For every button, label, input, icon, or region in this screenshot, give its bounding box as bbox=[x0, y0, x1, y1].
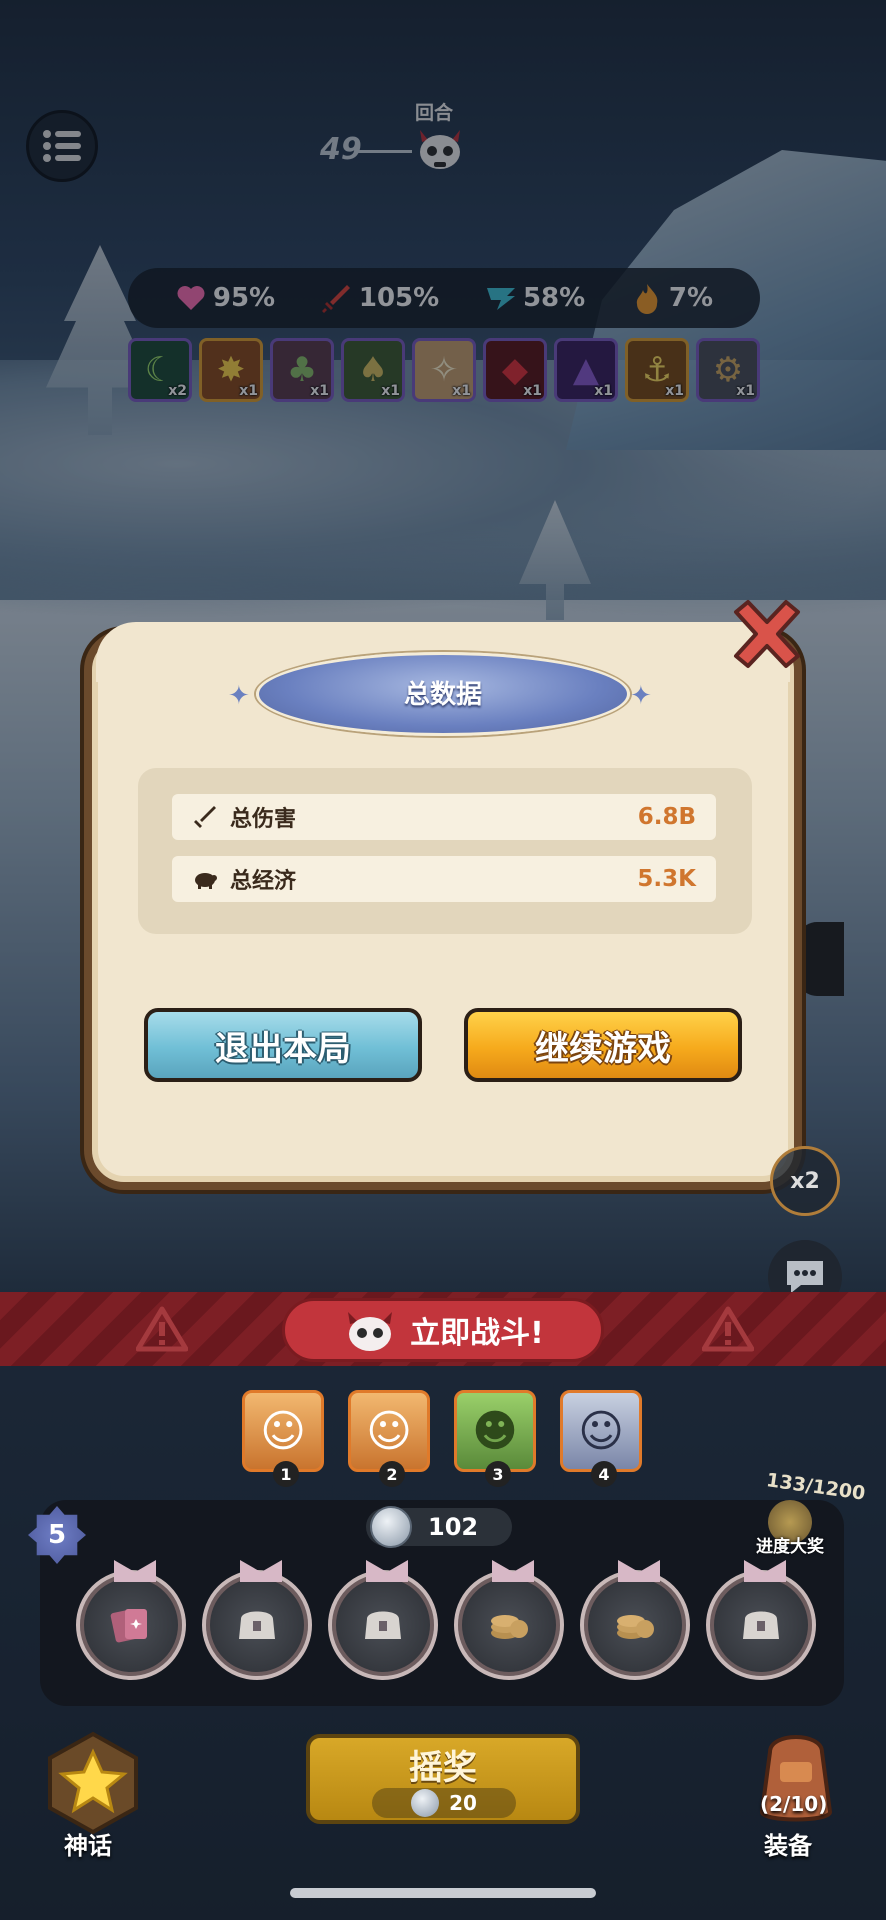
hero-slot[interactable]: ☺ 1 bbox=[242, 1390, 324, 1487]
hero-portrait-icon: ☺ bbox=[578, 1405, 624, 1457]
sparkle-icon: ✦ bbox=[630, 681, 652, 711]
myth-label: 神话 bbox=[64, 1832, 112, 1860]
hero-number: 2 bbox=[379, 1461, 405, 1487]
spin-cost-amount: 20 bbox=[449, 1791, 477, 1815]
spin-cost: 20 bbox=[372, 1788, 516, 1818]
hero-slot[interactable]: ☺ 4 bbox=[560, 1390, 642, 1487]
fight-now-button[interactable]: 立即战斗! bbox=[282, 1298, 604, 1362]
hero-portrait-icon: ☺ bbox=[366, 1405, 412, 1457]
card-icon bbox=[110, 1609, 147, 1643]
item-slot-coins[interactable] bbox=[454, 1560, 564, 1680]
coin-amount: 102 bbox=[428, 1513, 479, 1541]
stat-row-damage: 总伤害 6.8B bbox=[172, 794, 716, 840]
stats-panel bbox=[138, 768, 752, 934]
coins-icon bbox=[617, 1615, 654, 1639]
progress-label: 进度大奖 bbox=[756, 1537, 824, 1557]
item-slot-chest[interactable] bbox=[202, 1560, 312, 1680]
equipment-count: (2/10) bbox=[760, 1792, 828, 1816]
stat-row-value: 6.8B bbox=[637, 804, 696, 830]
stat-row-label: 总伤害 bbox=[230, 807, 297, 832]
myth-button[interactable] bbox=[40, 1730, 146, 1836]
chest-icon bbox=[239, 1611, 275, 1639]
hero-portrait-icon: ☺ bbox=[260, 1405, 306, 1457]
hero-slot[interactable]: ☻ 3 bbox=[454, 1390, 536, 1487]
equipment-button[interactable] bbox=[740, 1722, 852, 1834]
item-slot-card[interactable] bbox=[76, 1560, 186, 1680]
item-slot-chest[interactable] bbox=[328, 1560, 438, 1680]
hero-number: 4 bbox=[591, 1461, 617, 1487]
stat-row-value: 5.3K bbox=[637, 866, 696, 892]
coins-icon bbox=[491, 1615, 528, 1639]
chat-bubble-icon bbox=[787, 1261, 823, 1293]
item-slot-chest[interactable] bbox=[706, 1560, 816, 1680]
coin-counter: 102 bbox=[366, 1506, 512, 1548]
stat-row-label: 总经济 bbox=[230, 869, 297, 894]
hero-portrait-icon: ☻ bbox=[472, 1405, 518, 1457]
continue-game-button[interactable]: 继续游戏 bbox=[464, 1008, 742, 1082]
chest-icon bbox=[365, 1611, 401, 1639]
equipment-label: 装备 bbox=[764, 1832, 812, 1860]
close-icon[interactable] bbox=[726, 598, 808, 670]
boss-skull-icon bbox=[348, 1312, 393, 1351]
exit-game-button[interactable]: 退出本局 bbox=[144, 1008, 422, 1082]
chest-icon bbox=[743, 1611, 779, 1639]
item-slot-coins[interactable] bbox=[580, 1560, 690, 1680]
hero-slot[interactable]: ☺ 2 bbox=[348, 1390, 430, 1487]
hero-number: 1 bbox=[273, 1461, 299, 1487]
home-indicator[interactable] bbox=[290, 1888, 596, 1898]
fight-now-label: 立即战斗! bbox=[410, 1316, 544, 1351]
coin-icon bbox=[411, 1789, 440, 1817]
sword-icon bbox=[194, 806, 216, 828]
spin-label: 摇奖 bbox=[409, 1748, 477, 1788]
speed-toggle-button[interactable]: x2 bbox=[770, 1146, 840, 1216]
stat-row-economy: 总经济 5.3K bbox=[172, 856, 716, 902]
hero-number: 3 bbox=[485, 1461, 511, 1487]
dialog-title: 总数据 bbox=[403, 680, 482, 710]
piggy-bank-icon bbox=[195, 873, 217, 889]
coin-icon bbox=[370, 1506, 412, 1548]
sparkle-icon: ✦ bbox=[228, 681, 250, 711]
warning-icon bbox=[136, 1306, 188, 1352]
warning-icon bbox=[702, 1306, 754, 1352]
